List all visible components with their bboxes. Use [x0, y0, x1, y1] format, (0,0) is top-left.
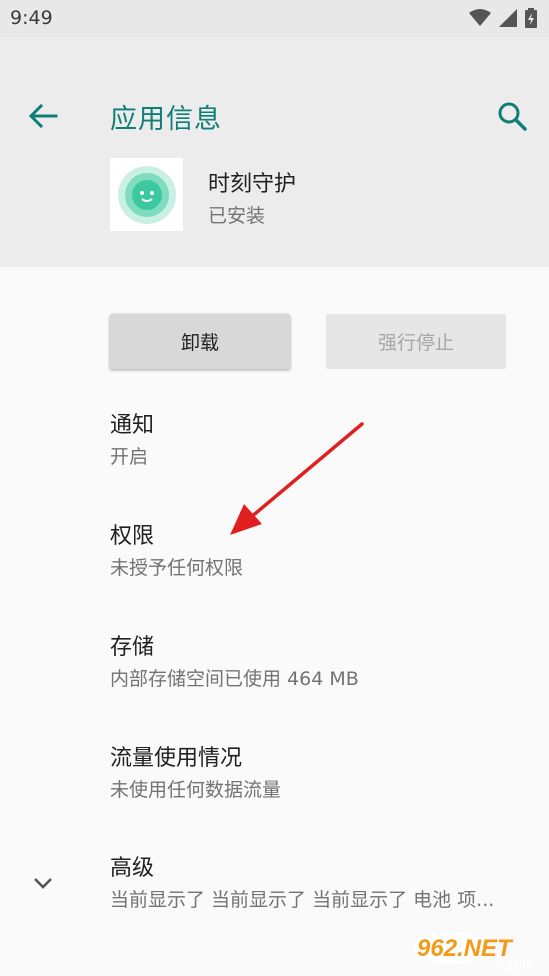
- uninstall-button[interactable]: 卸载: [110, 314, 290, 369]
- settings-item-data-usage[interactable]: 流量使用情况 未使用任何数据流量: [110, 745, 530, 803]
- settings-item-title: 高级: [110, 856, 155, 881]
- status-time: 9:49: [10, 7, 53, 29]
- settings-item-subtitle: 当前显示了 当前显示了 当前显示了 电池 项...: [110, 889, 495, 911]
- battery-icon: [525, 8, 537, 28]
- signal-icon: [499, 9, 517, 27]
- app-info-header: 应用信息 时刻守护 已安装: [0, 37, 549, 267]
- settings-item-title: 通知: [110, 413, 155, 438]
- settings-item-subtitle: 未使用任何数据流量: [110, 779, 282, 801]
- settings-item-advanced[interactable]: 高级 当前显示了 当前显示了 当前显示了 电池 项...: [110, 855, 530, 913]
- settings-item-notifications[interactable]: 通知 开启: [110, 412, 530, 470]
- settings-item-subtitle: 内部存储空间已使用 464 MB: [110, 668, 359, 690]
- arrow-left-icon[interactable]: [26, 99, 60, 133]
- settings-item-subtitle: 开启: [110, 446, 149, 468]
- force-stop-button[interactable]: 强行停止: [326, 314, 506, 369]
- app-icon: [110, 158, 183, 231]
- search-icon[interactable]: [495, 99, 529, 133]
- watermark-logo-icon: 962.NET 乐游网: [413, 932, 532, 972]
- settings-item-title: 流量使用情况: [110, 746, 243, 771]
- app-face-icon: [117, 165, 176, 224]
- settings-item-storage[interactable]: 存储 内部存储空间已使用 464 MB: [110, 634, 530, 692]
- status-icons: [469, 8, 537, 28]
- settings-item-permissions[interactable]: 权限 未授予任何权限: [110, 523, 530, 581]
- app-install-status: 已安装: [208, 205, 266, 227]
- settings-item-title: 权限: [110, 524, 155, 549]
- wifi-icon: [469, 9, 491, 26]
- watermark-brand: 962.NET: [417, 935, 514, 962]
- settings-item-subtitle: 未授予任何权限: [110, 557, 244, 579]
- status-bar: 9:49: [0, 0, 549, 37]
- page-title: 应用信息: [110, 104, 222, 135]
- watermark-caption: 乐游网: [493, 959, 532, 972]
- chevron-down-icon[interactable]: [30, 870, 56, 896]
- app-name: 时刻守护: [208, 172, 297, 197]
- settings-item-title: 存储: [110, 635, 155, 660]
